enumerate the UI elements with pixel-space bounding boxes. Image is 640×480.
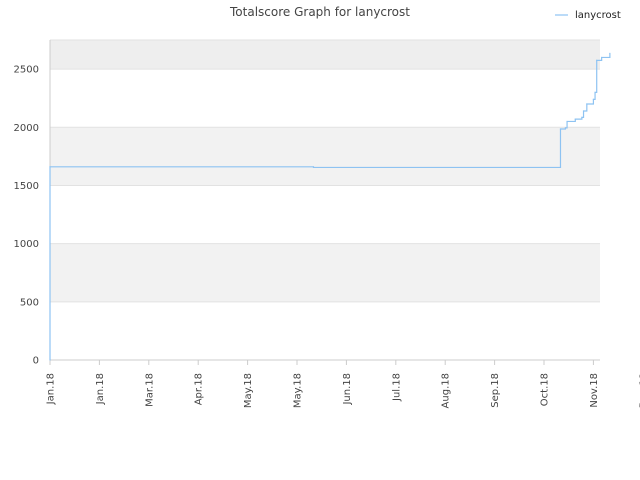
data-point: [592, 98, 595, 100]
x-tick-label: May.18: [243, 373, 254, 408]
y-tick-label: 2500: [14, 65, 39, 76]
x-tick-label: Apr.18: [194, 373, 205, 405]
data-point: [49, 166, 51, 168]
grid-band: [50, 40, 600, 70]
grid-band: [50, 127, 600, 186]
data-point: [594, 91, 596, 93]
y-tick-label: 1500: [14, 181, 39, 192]
x-tick-label: Oct.18: [540, 373, 551, 406]
data-point: [596, 59, 598, 61]
data-point: [559, 128, 562, 130]
legend: lanycrost: [555, 10, 621, 21]
x-tick-label: Jun.18: [342, 373, 353, 406]
x-axis-ticks: Jan.18 Jan.18 Mar.18 Apr.18 May.18 May.18 Jun.…: [46, 360, 640, 408]
data-point: [601, 56, 603, 59]
y-tick-label: 1000: [14, 239, 39, 250]
y-tick-label: 500: [20, 297, 39, 308]
x-tick-label: May.18: [293, 373, 304, 408]
data-point: [49, 359, 51, 361]
data-point: [559, 166, 562, 169]
chart-title: Totalscore Graph for lanycrost: [229, 5, 410, 19]
data-point: [564, 127, 567, 129]
x-tick-label: Mar.18: [144, 373, 155, 407]
x-tick-label: Nov.18: [589, 373, 600, 408]
x-tick-label: Jul.18: [391, 373, 402, 402]
x-tick-label: Sep.18: [490, 373, 501, 408]
data-point: [581, 116, 583, 118]
series-lines: [49, 52, 611, 361]
grid-lines: [50, 39, 600, 361]
data-point: [566, 120, 568, 123]
x-tick-label: Jan.18: [46, 373, 57, 405]
grid-band: [50, 243, 600, 302]
x-tick-label: Jan.18: [95, 373, 106, 405]
y-tick-label: 2000: [14, 123, 39, 134]
data-point: [582, 110, 585, 112]
chart-root: 0 500 1000 1500 2000 2500 Jan.18 Jan.18 Mar.18 A…: [14, 5, 640, 408]
data-point: [586, 103, 588, 105]
data-point: [312, 166, 315, 169]
y-axis-ticks: 0 500 1000 1500 2000 2500: [14, 65, 39, 367]
grid-bands: [50, 40, 600, 302]
x-tick-label: Aug.18: [441, 373, 452, 408]
axes: [49, 40, 600, 361]
series-line: [49, 53, 611, 360]
data-point: [609, 52, 611, 54]
data-point: [574, 118, 576, 120]
y-tick-label: 0: [33, 356, 39, 367]
legend-label[interactable]: lanycrost: [575, 10, 621, 21]
